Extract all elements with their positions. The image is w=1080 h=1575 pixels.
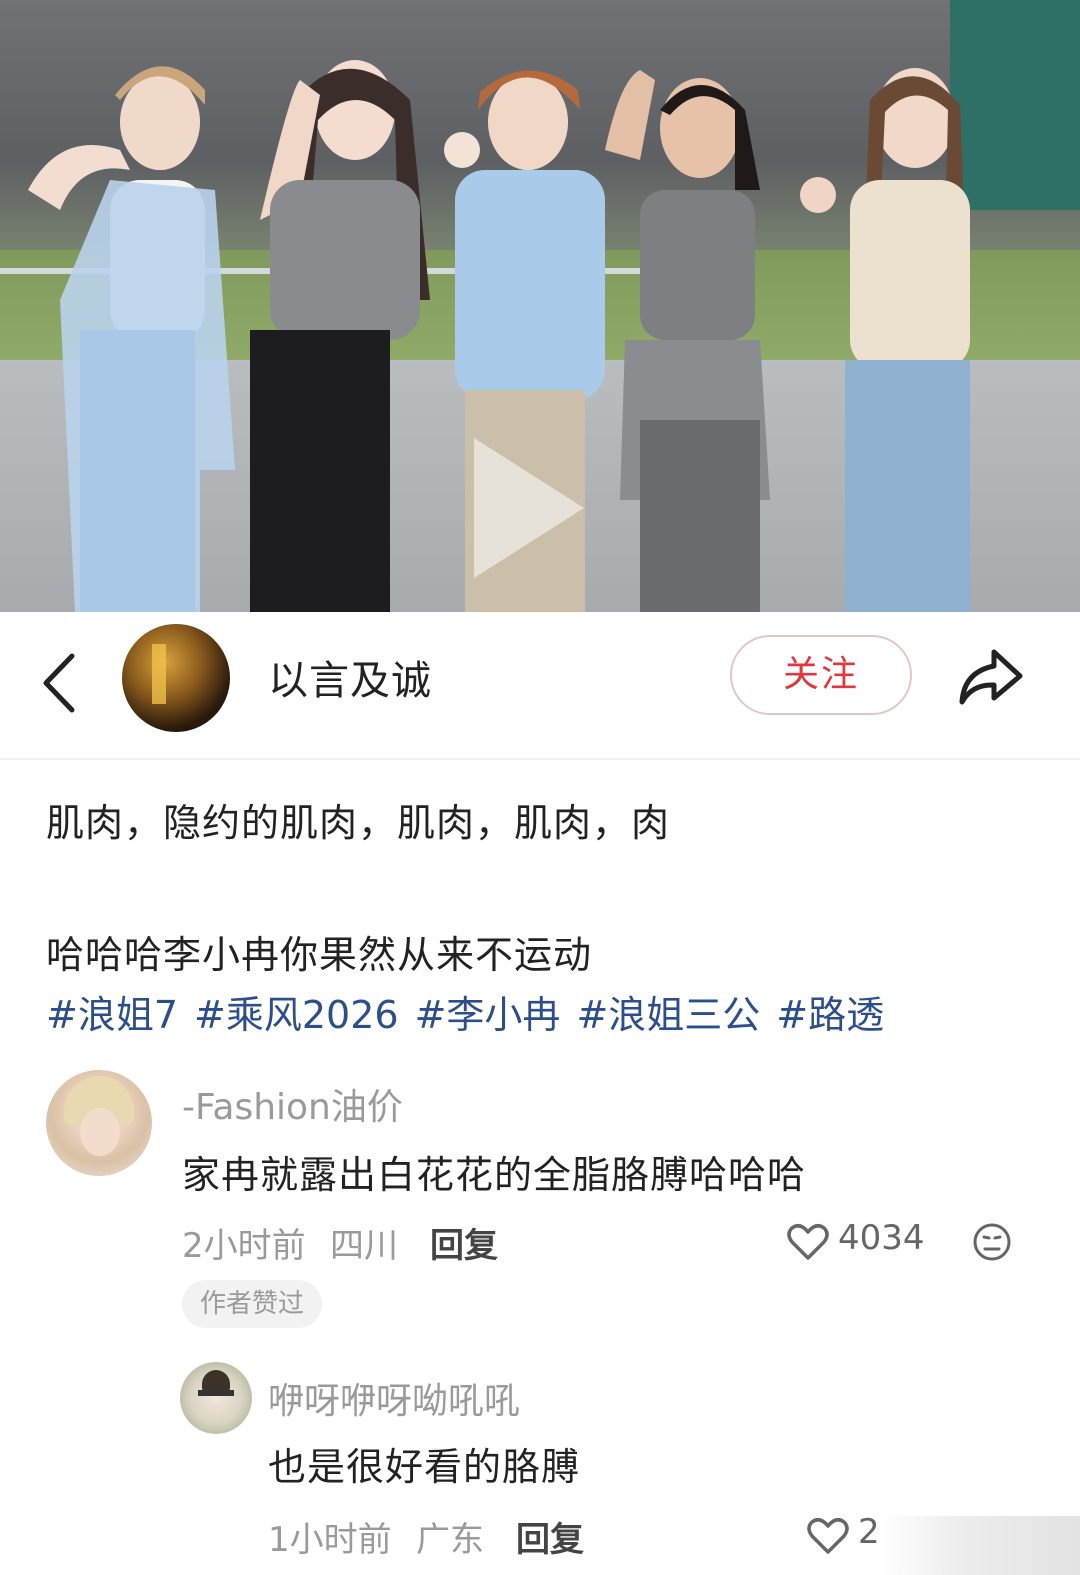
comment-text[interactable]: 也是很好看的胳膊 (268, 1436, 580, 1491)
avatar-glasses (198, 1390, 234, 1406)
commenter-avatar[interactable] (46, 1070, 152, 1176)
comment-location: 四川 (330, 1226, 398, 1266)
person-5 (800, 68, 970, 612)
reply-button[interactable]: 回复 (430, 1218, 498, 1267)
author-bar: 以言及诚 关注 (0, 612, 1080, 760)
hashtag-list: #浪姐7 #乘风2026 #李小冉 #浪姐三公 #路透 (46, 984, 900, 1039)
heart-icon[interactable] (806, 1514, 850, 1558)
comment-text[interactable]: 家冉就露出白花花的全脂胳膊哈哈哈 (182, 1144, 806, 1199)
play-icon[interactable] (474, 438, 584, 578)
comment-time: 2小时前 (182, 1226, 306, 1266)
author-avatar[interactable] (122, 624, 230, 732)
like-count: 2 (858, 1512, 880, 1552)
person-2 (250, 60, 430, 612)
post-text-line1: 肌肉，隐约的肌肉，肌肉，肌肉，肉 (46, 801, 671, 845)
avatar-hair (202, 1370, 230, 1392)
like-count: 4034 (838, 1218, 925, 1258)
comment-username[interactable]: 咿呀咿呀呦吼吼 (268, 1372, 520, 1424)
commenter-avatar[interactable] (180, 1362, 252, 1434)
hashtag[interactable]: #浪姐7 (46, 993, 178, 1037)
chevron-left-icon[interactable] (36, 648, 86, 718)
share-icon[interactable] (956, 642, 1026, 712)
hashtag[interactable]: #浪姐三公 (576, 993, 760, 1037)
comment-time: 1小时前 (268, 1520, 392, 1560)
comment-username[interactable]: -Fashion油价 (182, 1078, 403, 1130)
post-text-line2: 哈哈哈李小冉你果然从来不运动 (46, 933, 593, 977)
avatar-face (80, 1108, 120, 1156)
author-name[interactable]: 以言及诚 (268, 648, 432, 706)
hashtag[interactable]: #乘风2026 (194, 993, 399, 1037)
heart-icon[interactable] (786, 1220, 830, 1264)
person-1 (28, 66, 235, 612)
avatar-light (152, 644, 166, 704)
watermark-overlay (880, 1516, 1080, 1575)
hashtag[interactable]: #李小冉 (415, 993, 561, 1037)
hashtag[interactable]: #路透 (776, 993, 884, 1037)
comment-location: 广东 (416, 1520, 484, 1560)
reply-button[interactable]: 回复 (516, 1512, 584, 1561)
author-liked-badge: 作者赞过 (182, 1280, 323, 1328)
person-4 (605, 70, 770, 612)
neutral-face-icon[interactable] (972, 1222, 1012, 1262)
follow-button[interactable]: 关注 (730, 635, 912, 715)
video-player[interactable] (0, 0, 1080, 612)
